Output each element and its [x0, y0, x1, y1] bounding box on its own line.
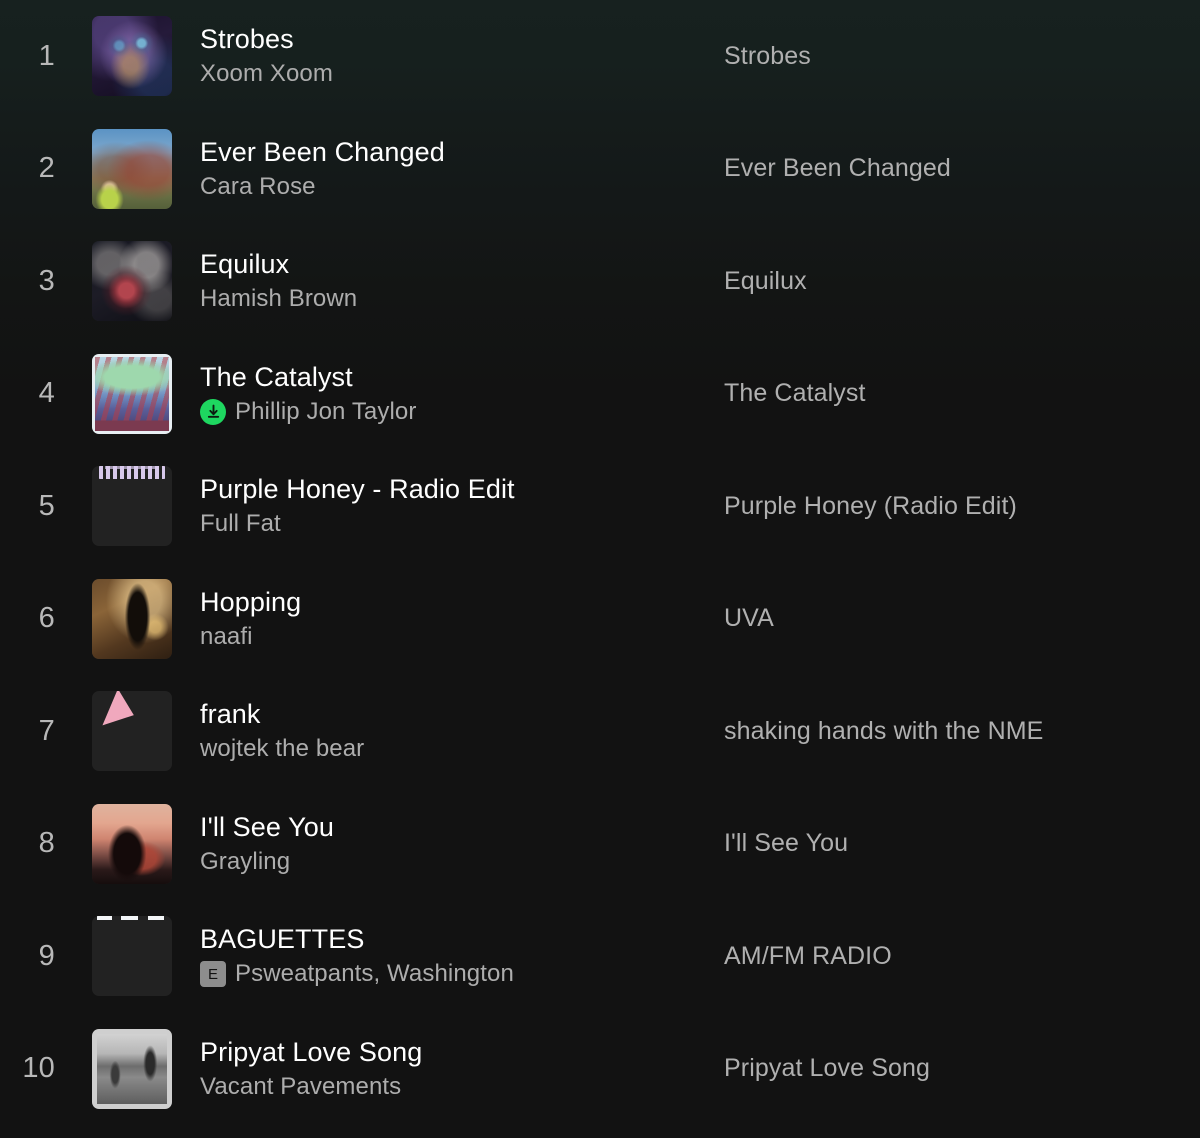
track-album[interactable]: AM/FM RADIO [724, 942, 1200, 971]
track-artist[interactable]: Psweatpants, Washington [235, 960, 514, 988]
track-album[interactable]: shaking hands with the NME [724, 717, 1200, 746]
track-album[interactable]: The Catalyst [724, 379, 1200, 408]
track-row[interactable]: 3 Equilux Hamish Brown Equilux [0, 225, 1200, 338]
track-rank: 5 [38, 489, 55, 522]
baguettes-album-art[interactable] [92, 916, 172, 997]
track-title[interactable]: BAGUETTES [200, 924, 724, 955]
track-row[interactable]: 7 frank wojtek the bear shaking hands with … [0, 675, 1200, 788]
track-album[interactable]: Equilux [724, 267, 1200, 296]
pripyat-love-song-album-art[interactable] [92, 1028, 172, 1109]
track-row[interactable]: 2 Ever Been Changed Cara Rose Ever Been Cha… [0, 113, 1200, 226]
track-title[interactable]: Ever Been Changed [200, 137, 724, 168]
track-title[interactable]: Hopping [200, 587, 724, 618]
track-artist[interactable]: Cara Rose [200, 173, 316, 201]
track-title[interactable]: I'll See You [200, 812, 724, 843]
track-subline: Xoom Xoom [200, 60, 724, 88]
track-meta: I'll See You Grayling [172, 812, 724, 876]
track-row[interactable]: 4 The Catalyst Phillip Jon Taylor The Catal… [0, 338, 1200, 451]
track-list: 1 Strobes Xoom Xoom Strobes 2 Ever Been Chang… [0, 0, 1200, 1138]
track-subline: Cara Rose [200, 173, 724, 201]
track-subline: naafi [200, 623, 724, 651]
purple-honey-album-art[interactable] [92, 466, 172, 547]
hopping-album-art[interactable] [92, 578, 172, 659]
track-meta: Hopping naafi [172, 587, 724, 651]
track-subline: wojtek the bear [200, 735, 724, 763]
track-album[interactable]: Strobes [724, 42, 1200, 71]
album-art-image [92, 241, 172, 322]
track-row[interactable]: 5 Purple Honey - Radio Edit Full Fat Purple… [0, 450, 1200, 563]
album-art-image [92, 128, 172, 209]
track-artist[interactable]: Hamish Brown [200, 285, 357, 313]
track-title[interactable]: frank [200, 699, 724, 730]
track-list-screen: 1 Strobes Xoom Xoom Strobes 2 Ever Been Chang… [0, 0, 1200, 1138]
track-meta: Equilux Hamish Brown [172, 249, 724, 313]
track-meta: Ever Been Changed Cara Rose [172, 137, 724, 201]
album-art-image [92, 353, 172, 434]
album-art-image [92, 578, 172, 659]
track-artist[interactable]: Vacant Pavements [200, 1073, 401, 1101]
track-rank: 9 [38, 939, 55, 972]
track-meta: The Catalyst Phillip Jon Taylor [172, 362, 724, 426]
equilux-album-art[interactable] [92, 241, 172, 322]
track-meta: frank wojtek the bear [172, 699, 724, 763]
track-rank: 10 [22, 1052, 55, 1085]
track-rank: 2 [38, 152, 55, 185]
track-rank: 4 [38, 377, 55, 410]
track-rank: 6 [38, 602, 55, 635]
track-row[interactable]: 8 I'll See You Grayling I'll See You [0, 788, 1200, 901]
track-row[interactable]: 6 Hopping naafi UVA [0, 563, 1200, 676]
track-subline: Hamish Brown [200, 285, 724, 313]
ever-been-changed-album-art[interactable] [92, 128, 172, 209]
track-subline: Phillip Jon Taylor [200, 398, 724, 426]
track-meta: Purple Honey - Radio Edit Full Fat [172, 474, 724, 538]
track-title[interactable]: The Catalyst [200, 362, 724, 393]
track-rank: 1 [38, 39, 55, 72]
track-album[interactable]: I'll See You [724, 829, 1200, 858]
track-artist[interactable]: Xoom Xoom [200, 60, 333, 88]
track-artist[interactable]: naafi [200, 623, 253, 651]
explicit-badge-icon: E [200, 961, 226, 988]
track-album[interactable]: Ever Been Changed [724, 154, 1200, 183]
album-art-image [92, 1028, 172, 1109]
track-meta: Strobes Xoom Xoom [172, 24, 724, 88]
ill-see-you-album-art[interactable] [92, 803, 172, 884]
track-artist[interactable]: wojtek the bear [200, 735, 364, 763]
the-catalyst-album-art[interactable] [92, 353, 172, 434]
track-subline: Vacant Pavements [200, 1073, 724, 1101]
track-artist[interactable]: Grayling [200, 848, 290, 876]
track-artist[interactable]: Phillip Jon Taylor [235, 398, 416, 426]
track-row[interactable]: 10 Pripyat Love Song Vacant Pavements Pripy… [0, 1013, 1200, 1126]
track-subline: Grayling [200, 848, 724, 876]
track-rank: 8 [38, 827, 55, 860]
album-art-image [92, 803, 172, 884]
track-meta: BAGUETTES E Psweatpants, Washington [172, 924, 724, 988]
track-meta: Pripyat Love Song Vacant Pavements [172, 1037, 724, 1101]
track-album[interactable]: UVA [724, 604, 1200, 633]
track-title[interactable]: Strobes [200, 24, 724, 55]
track-artist[interactable]: Full Fat [200, 510, 281, 538]
track-row[interactable]: 9 BAGUETTES E Psweatpants, Washington AM/FM … [0, 900, 1200, 1013]
strobes-album-art[interactable] [92, 16, 172, 97]
download-badge-icon [200, 398, 226, 425]
frank-album-art[interactable] [92, 691, 172, 772]
track-rank: 3 [38, 264, 55, 297]
track-title[interactable]: Purple Honey - Radio Edit [200, 474, 724, 505]
track-subline: E Psweatpants, Washington [200, 960, 724, 988]
track-album[interactable]: Purple Honey (Radio Edit) [724, 492, 1200, 521]
track-album[interactable]: Pripyat Love Song [724, 1054, 1200, 1083]
track-rank: 7 [38, 714, 55, 747]
track-title[interactable]: Pripyat Love Song [200, 1037, 724, 1068]
track-row[interactable]: 1 Strobes Xoom Xoom Strobes [0, 0, 1200, 113]
track-subline: Full Fat [200, 510, 724, 538]
track-title[interactable]: Equilux [200, 249, 724, 280]
album-art-image [92, 16, 172, 97]
